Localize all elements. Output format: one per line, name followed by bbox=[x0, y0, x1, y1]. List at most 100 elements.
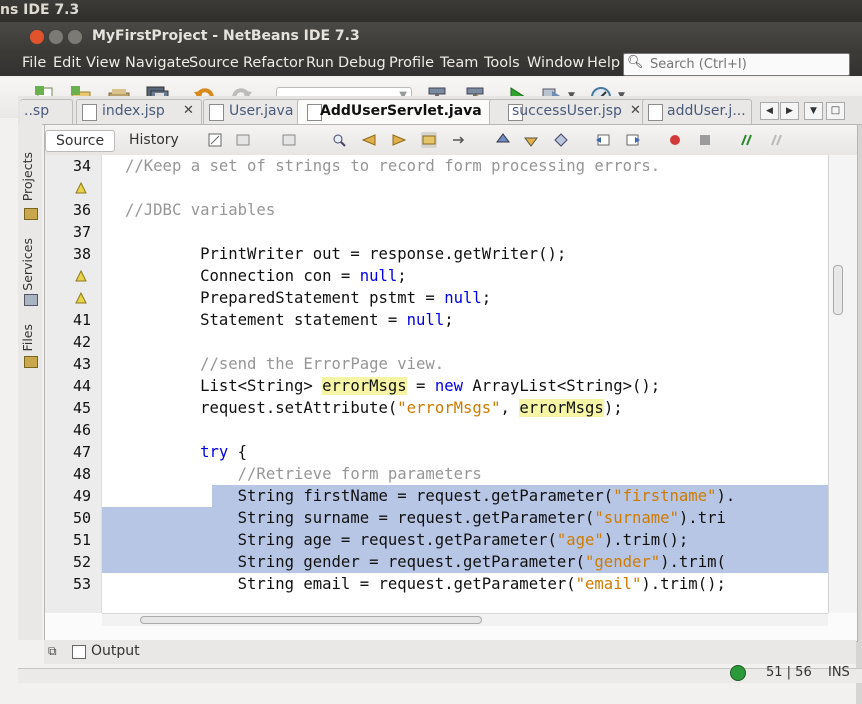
maximize-editor-button[interactable]: □ bbox=[826, 102, 845, 120]
menu-tools[interactable]: Tools bbox=[484, 55, 520, 71]
start-macro-recording-icon[interactable] bbox=[667, 132, 683, 148]
code-token: List<String> bbox=[125, 377, 323, 395]
toggle-highlight-icon[interactable] bbox=[421, 132, 437, 148]
shift-left-icon[interactable] bbox=[595, 132, 611, 148]
menu-help[interactable]: Help bbox=[587, 55, 620, 71]
menu-file[interactable]: File bbox=[22, 55, 46, 71]
close-window-button[interactable] bbox=[30, 30, 44, 44]
status-bar: 51 | 56 INS bbox=[18, 665, 862, 683]
files-window-tab[interactable]: Files bbox=[20, 324, 35, 351]
jsp-file-icon bbox=[82, 104, 97, 121]
code-token: ; bbox=[397, 267, 407, 285]
tab-index-jsp[interactable]: index.jsp ✕ bbox=[76, 99, 202, 124]
desktop-window-title: ns IDE 7.3 bbox=[0, 2, 80, 18]
tab-adduser-jsp[interactable]: addUser.j... bbox=[642, 99, 752, 124]
java-file-icon bbox=[209, 104, 224, 121]
tab-label: ..sp bbox=[24, 103, 50, 119]
code-line: try { bbox=[125, 441, 247, 463]
next-bookmark-icon[interactable] bbox=[523, 132, 539, 148]
tab-history[interactable]: History bbox=[119, 130, 189, 150]
comment-icon[interactable] bbox=[739, 132, 755, 148]
side-window-strip: Projects Services Files bbox=[18, 124, 42, 640]
code-token: PreparedStatement pstmt = bbox=[125, 289, 445, 307]
services-window-tab[interactable]: Services bbox=[20, 238, 35, 291]
projects-window-tab[interactable]: Projects bbox=[20, 152, 35, 201]
scroll-tabs-right-button[interactable]: ▶ bbox=[780, 102, 799, 120]
jsp-file-icon bbox=[648, 104, 663, 121]
code-area[interactable]: //Keep a set of strings to record form p… bbox=[102, 155, 828, 613]
vertical-scrollbar[interactable] bbox=[828, 155, 857, 613]
toggle-rectangular-selection-icon[interactable] bbox=[451, 132, 467, 148]
find-next-icon[interactable] bbox=[391, 132, 407, 148]
vertical-scroll-thumb[interactable] bbox=[833, 265, 843, 315]
output-window-tab[interactable]: Output bbox=[91, 643, 140, 659]
menu-view[interactable]: View bbox=[86, 55, 120, 71]
scroll-tabs-left-button[interactable]: ◀ bbox=[760, 102, 779, 120]
find-previous-icon[interactable] bbox=[361, 132, 377, 148]
tab-source[interactable]: Source bbox=[45, 130, 116, 152]
last-edit-icon[interactable] bbox=[207, 132, 223, 148]
horizontal-scroll-thumb[interactable] bbox=[140, 616, 482, 624]
code-token: ; bbox=[481, 289, 492, 307]
menu-window[interactable]: Window bbox=[527, 55, 584, 71]
warning-icon[interactable] bbox=[75, 270, 87, 282]
menu-source[interactable]: Source bbox=[189, 55, 239, 71]
horizontal-scrollbar[interactable] bbox=[102, 613, 828, 626]
code-line: //Keep a set of strings to record form p… bbox=[125, 155, 660, 177]
code-token: "firstname" bbox=[613, 487, 717, 505]
maximize-window-button[interactable] bbox=[68, 30, 82, 44]
tab-adduserservlet-java[interactable]: AddUserServlet.java ✕ bbox=[297, 99, 505, 124]
forward-icon[interactable] bbox=[281, 132, 297, 148]
previous-bookmark-icon[interactable] bbox=[495, 132, 511, 148]
line-number: 49 bbox=[72, 487, 91, 505]
code-token: ); bbox=[603, 399, 623, 417]
line-number-gutter: 34 36 37 38 41 42 43 44 45 46 47 48 49 50 51 52 53 bbox=[45, 155, 102, 613]
restore-window-icon[interactable]: ⧉ bbox=[48, 644, 57, 659]
search-input[interactable] bbox=[650, 56, 840, 72]
toggle-bookmark-icon[interactable] bbox=[553, 132, 569, 148]
code-token: String surname = request.getParameter( bbox=[125, 509, 595, 527]
show-opened-documents-button[interactable]: ▼ bbox=[804, 102, 823, 120]
close-tab-icon[interactable]: ✕ bbox=[630, 103, 641, 118]
menu-run[interactable]: Run bbox=[306, 55, 334, 71]
line-number: 48 bbox=[72, 465, 91, 483]
back-icon[interactable] bbox=[235, 132, 251, 148]
line-number: 46 bbox=[72, 421, 91, 439]
code-line: request.setAttribute("errorMsgs", errorM… bbox=[125, 397, 623, 419]
warning-icon[interactable] bbox=[75, 182, 87, 194]
menu-debug[interactable]: Debug bbox=[338, 55, 386, 71]
line-number: 53 bbox=[72, 575, 91, 593]
stop-macro-recording-icon[interactable] bbox=[697, 132, 713, 148]
uncomment-icon[interactable] bbox=[769, 132, 785, 148]
quick-search[interactable]: 🔍︎ bbox=[623, 53, 850, 76]
warning-icon[interactable] bbox=[75, 292, 87, 304]
minimize-window-button[interactable] bbox=[49, 30, 63, 44]
code-line: PreparedStatement pstmt = null; bbox=[125, 287, 491, 309]
code-token: ).trim(); bbox=[641, 575, 726, 593]
close-tab-icon[interactable]: ✕ bbox=[183, 103, 194, 118]
menu-navigate[interactable]: Navigate bbox=[125, 55, 190, 71]
menu-profile[interactable]: Profile bbox=[389, 55, 434, 71]
code-token: ).tri bbox=[678, 509, 726, 527]
code-token: String email = request.getParameter( bbox=[125, 575, 576, 593]
desktop-panel: ns IDE 7.3 bbox=[0, 0, 862, 22]
line-number: 41 bbox=[72, 311, 91, 329]
tab-successuser-jsp[interactable]: successUser.jsp ✕ bbox=[489, 99, 651, 124]
menu-edit[interactable]: Edit bbox=[53, 55, 81, 71]
code-token: "surname" bbox=[594, 509, 679, 527]
tab-partial-jsp[interactable]: ..sp bbox=[20, 99, 73, 124]
shift-right-icon[interactable] bbox=[625, 132, 641, 148]
code-line: String gender = request.getParameter("ge… bbox=[125, 551, 726, 573]
code-editor: Source History 34 36 37 38 41 42 43 44 45 46 47 48 4… bbox=[44, 124, 858, 642]
menu-team[interactable]: Team bbox=[440, 55, 478, 71]
find-icon[interactable] bbox=[331, 132, 347, 148]
code-line: List<String> errorMsgs = new ArrayList<S… bbox=[125, 375, 660, 397]
menu-refactor[interactable]: Refactor bbox=[243, 55, 304, 71]
code-token: null bbox=[444, 289, 482, 307]
code-token: "gender" bbox=[585, 553, 661, 571]
notifications-icon[interactable] bbox=[730, 665, 746, 681]
code-token: String firstName = request.getParameter( bbox=[125, 487, 614, 505]
output-window-icon bbox=[72, 645, 86, 659]
code-token: //JDBC variables bbox=[125, 201, 276, 219]
